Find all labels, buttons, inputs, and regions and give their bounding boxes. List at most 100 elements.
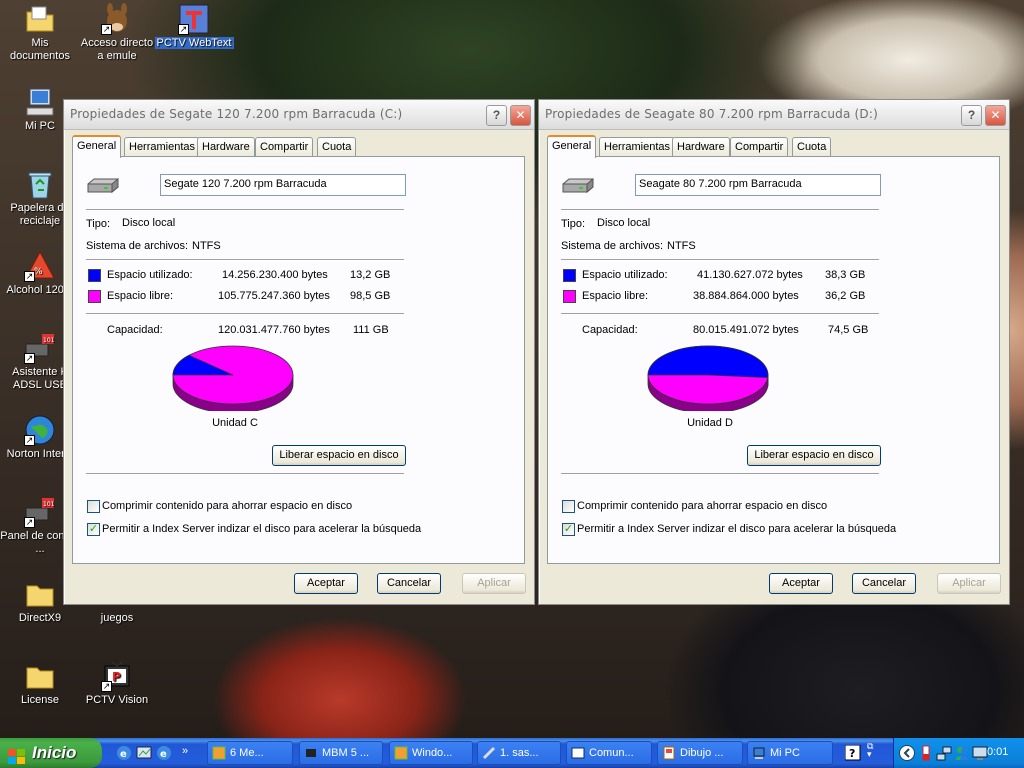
tab-compartir[interactable]: Compartir [255,137,314,157]
index-checkbox[interactable]: ✓ [87,523,100,536]
chevron-right-icon[interactable]: » [182,745,198,761]
free-space-bytes: 38.884.864.000 bytes [693,290,799,302]
taskbar-button-1[interactable]: MBM 5 ... [299,741,383,765]
drive-name-input[interactable]: Seagate 80 7.200 rpm Barracuda [635,174,881,196]
separator [561,259,879,261]
network-icon[interactable] [936,745,952,761]
close-button[interactable]: ✕ [985,105,1006,126]
disk-cleanup-button[interactable]: Liberar espacio en disco [272,445,406,466]
tab-general[interactable]: General [547,135,597,158]
used-space-gb: 13,2 GB [350,269,391,281]
chip-icon [304,746,318,764]
index-checkbox[interactable]: ✓ [562,523,575,536]
help-button[interactable]: ? [486,105,507,126]
start-button[interactable]: Inicio [0,738,102,768]
taskbar-button-label: Windo... [412,747,453,759]
taskbar-button-label: 6 Me... [230,747,264,759]
title-bar[interactable]: Propiedades de Seagate 80 7.200 rpm Barr… [539,100,1009,130]
recycle-bin-icon [24,168,56,200]
svg-text:P: P [112,670,121,684]
desktop-icon-pctv-webtext[interactable]: ↗ PCTV WebText [154,3,234,50]
free-space-label: Espacio libre: [107,290,174,302]
ie-icon[interactable]: e [156,745,172,761]
taskbar: Inicio e e » 6 Me... MBM 5 ... Windo... 1. … [0,738,1024,768]
taskbar-button-4[interactable]: Comun... [566,741,652,765]
computer-icon [24,86,56,118]
folder-icon [24,660,56,692]
taskbar-button-5[interactable]: Dibujo ... [657,741,743,765]
tab-cuota[interactable]: Cuota [317,137,357,157]
filesystem-value: NTFS [192,240,221,252]
drive-name-input[interactable]: Segate 120 7.200 rpm Barracuda [160,174,406,196]
desktop-icon-pctv-vision[interactable]: P ↗ PCTV Vision [77,660,157,707]
disk-cleanup-button[interactable]: Liberar espacio en disco [747,445,881,466]
general-panel: Segate 120 7.200 rpm Barracuda Tipo: Dis… [72,156,525,564]
taskbar-button-label: Dibujo ... [680,747,724,759]
index-label[interactable]: Permitir a Index Server indizar el disco… [102,523,421,535]
pctv-webtext-icon: ↗ [178,3,210,35]
windows-logo-icon [8,745,26,768]
computer-icon [752,746,766,764]
general-panel: Seagate 80 7.200 rpm Barracuda Tipo: Dis… [547,156,1000,564]
messenger-icon[interactable] [954,745,970,761]
puzzle-icon [212,746,226,764]
filesystem-label: Sistema de archivos: [86,240,189,252]
taskbar-button-0[interactable]: 6 Me... [207,741,293,765]
desktop-icon-license[interactable]: License [0,660,80,707]
tipo-label: Tipo: [561,218,586,230]
compress-checkbox[interactable] [562,500,575,513]
compress-checkbox[interactable] [87,500,100,513]
tv-icon: P ↗ [101,660,133,692]
shortcut-arrow-icon: ↗ [101,24,112,35]
help-button[interactable]: ? [961,105,982,126]
capacity-bytes: 120.031.477.760 bytes [218,324,330,336]
desktop-icon-mis-documentos[interactable]: Mis documentos [0,3,80,63]
window-title: Propiedades de Segate 120 7.200 rpm Barr… [70,107,403,121]
chevron-left-icon[interactable] [899,745,915,761]
close-button[interactable]: ✕ [510,105,531,126]
separator [86,473,404,475]
tab-hardware[interactable]: Hardware [197,137,255,157]
taskbar-button-2[interactable]: Windo... [389,741,473,765]
desktop-icon-emule[interactable]: ↗ Acceso directo a emule [77,3,157,63]
system-tray: 0:01 [893,738,1024,768]
apply-button[interactable]: Aplicar [937,573,1001,594]
monitor-icon[interactable] [972,745,988,761]
free-space-gb: 36,2 GB [825,290,866,302]
control-panel-icon: 101 ↗ [24,496,56,528]
compress-label[interactable]: Comprimir contenido para ahorrar espacio… [577,500,827,512]
index-label[interactable]: Permitir a Index Server indizar el disco… [577,523,896,535]
used-space-swatch [88,269,101,282]
svg-text:?: ? [849,747,855,760]
ok-button[interactable]: Aceptar [294,573,358,594]
compress-label[interactable]: Comprimir contenido para ahorrar espacio… [102,500,352,512]
apply-button[interactable]: Aplicar [462,573,526,594]
tab-cuota[interactable]: Cuota [792,137,832,157]
ok-button[interactable]: Aceptar [769,573,833,594]
show-desktop-icon[interactable] [136,745,152,761]
restore-icon[interactable]: ⧉ ▾ [867,742,883,759]
free-space-gb: 98,5 GB [350,290,391,302]
ie-icon[interactable]: e [116,745,132,761]
cancel-button[interactable]: Cancelar [377,573,441,594]
eraser-icon[interactable] [918,745,934,761]
taskbar-button-3[interactable]: 1. sas... [477,741,561,765]
used-space-bytes: 41.130.627.072 bytes [697,269,803,281]
title-bar[interactable]: Propiedades de Segate 120 7.200 rpm Barr… [64,100,534,130]
puzzle-icon [394,746,408,764]
cancel-button[interactable]: Cancelar [852,573,916,594]
tab-compartir[interactable]: Compartir [730,137,789,157]
tab-hardware[interactable]: Hardware [672,137,730,157]
tab-herramientas[interactable]: Herramientas [124,137,201,157]
shortcut-arrow-icon: ↗ [178,24,189,35]
svg-text:e: e [160,749,167,760]
taskbar-button-6[interactable]: Mi PC [747,741,833,765]
clock[interactable]: 0:01 [987,746,1008,758]
tools-icon [482,746,496,764]
used-space-label: Espacio utilizado: [582,269,668,281]
svg-text:101: 101 [43,501,55,508]
taskbar-button-label: MBM 5 ... [322,747,370,759]
help-icon[interactable]: ? [844,744,861,761]
tab-herramientas[interactable]: Herramientas [599,137,676,157]
tab-general[interactable]: General [72,135,122,158]
